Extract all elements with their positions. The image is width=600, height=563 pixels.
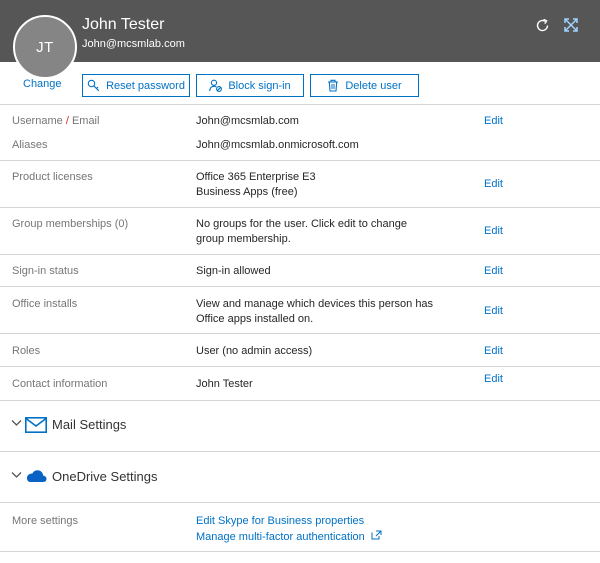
contact-info-label: Contact information — [12, 378, 108, 390]
user-name: John Tester — [82, 16, 165, 33]
username-email-label: Username / Email — [12, 115, 100, 127]
manage-mfa-link[interactable]: Manage multi-factor authentication — [196, 530, 382, 543]
block-user-icon — [209, 79, 223, 92]
edit-groups-link[interactable]: Edit — [484, 225, 503, 237]
divider — [0, 366, 600, 367]
action-bar: Change Reset password Block sign-in Dele… — [0, 73, 600, 99]
license-item: Office 365 Enterprise E3 — [196, 171, 316, 183]
divider — [0, 502, 600, 503]
change-photo-link[interactable]: Change — [23, 78, 62, 90]
edit-signin-link[interactable]: Edit — [484, 265, 503, 277]
office-installs-value: View and manage which devices this perso… — [196, 297, 433, 327]
reset-password-label: Reset password — [106, 79, 185, 92]
edit-contact-link[interactable]: Edit — [484, 373, 503, 385]
username-value: John@mcsmlab.com — [196, 115, 299, 127]
key-icon — [87, 79, 100, 92]
office-installs-label: Office installs — [12, 298, 78, 310]
user-header: John Tester John@mcsmlab.com — [0, 0, 600, 62]
mail-settings-title: Mail Settings — [52, 417, 127, 432]
group-memberships-line: No groups for the user. Click edit to ch… — [196, 218, 407, 230]
divider — [0, 551, 600, 552]
divider — [0, 286, 600, 287]
product-licenses-label: Product licenses — [12, 171, 93, 183]
license-item: Business Apps (free) — [196, 186, 298, 198]
edit-office-installs-link[interactable]: Edit — [484, 305, 503, 317]
divider — [0, 160, 600, 161]
contact-info-value: John Tester — [196, 378, 253, 390]
delete-user-button[interactable]: Delete user — [310, 74, 419, 97]
avatar: JT — [13, 15, 77, 79]
block-signin-button[interactable]: Block sign-in — [196, 74, 304, 97]
group-memberships-label: Group memberships (0) — [12, 218, 129, 230]
divider — [0, 207, 600, 208]
edit-skype-link[interactable]: Edit Skype for Business properties — [196, 515, 364, 527]
refresh-icon[interactable] — [533, 16, 551, 34]
delete-user-label: Delete user — [345, 79, 402, 92]
mail-settings-section[interactable]: Mail Settings — [0, 400, 600, 450]
roles-value: User (no admin access) — [196, 345, 313, 357]
onedrive-settings-section[interactable]: OneDrive Settings — [0, 452, 600, 502]
divider — [0, 254, 600, 255]
block-signin-label: Block sign-in — [228, 79, 291, 92]
aliases-label: Aliases — [12, 139, 48, 151]
signin-status-label: Sign-in status — [12, 265, 79, 277]
mail-icon — [25, 417, 47, 436]
divider — [0, 104, 600, 105]
edit-username-link[interactable]: Edit — [484, 115, 503, 127]
user-email: John@mcsmlab.com — [82, 38, 185, 50]
divider — [0, 333, 600, 334]
chevron-down-icon — [11, 470, 22, 482]
onedrive-cloud-icon — [25, 469, 47, 486]
manage-mfa-label: Manage multi-factor authentication — [196, 530, 365, 543]
chevron-down-icon — [11, 418, 22, 430]
product-licenses-value: Office 365 Enterprise E3 Business Apps (… — [196, 170, 316, 200]
onedrive-settings-title: OneDrive Settings — [52, 469, 158, 484]
group-memberships-line: group membership. — [196, 233, 291, 245]
external-link-icon — [371, 530, 382, 543]
edit-licenses-link[interactable]: Edit — [484, 178, 503, 190]
reset-password-button[interactable]: Reset password — [82, 74, 190, 97]
edit-roles-link[interactable]: Edit — [484, 345, 503, 357]
office-installs-line: Office apps installed on. — [196, 313, 314, 325]
group-memberships-value: No groups for the user. Click edit to ch… — [196, 217, 407, 247]
aliases-value: John@mcsmlab.onmicrosoft.com — [196, 139, 359, 151]
collapse-icon[interactable] — [562, 16, 580, 34]
more-settings-label: More settings — [12, 515, 79, 527]
trash-icon — [327, 79, 339, 92]
roles-label: Roles — [12, 345, 41, 357]
signin-status-value: Sign-in allowed — [196, 265, 271, 277]
office-installs-line: View and manage which devices this perso… — [196, 298, 434, 310]
